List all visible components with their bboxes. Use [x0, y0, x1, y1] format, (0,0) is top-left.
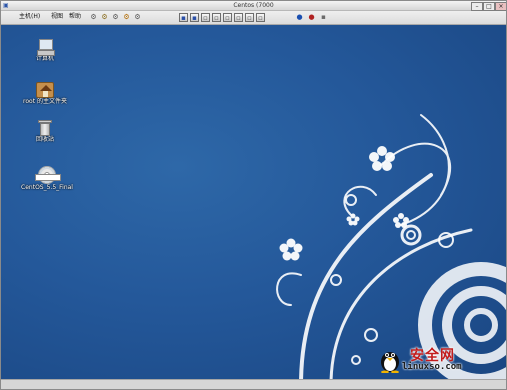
watermark-en: linuxso.com	[402, 362, 462, 372]
site-watermark: 安全网 linuxso.com	[378, 345, 502, 375]
info-icon[interactable]: ●	[295, 13, 304, 22]
menu-help[interactable]: 帮助	[69, 13, 81, 21]
reset-icon[interactable]: ▫	[245, 13, 254, 22]
penguin-logo	[381, 352, 399, 373]
desktop-icon-computer[interactable]: 计算机	[17, 39, 73, 63]
record-icon[interactable]: ●	[307, 13, 316, 22]
minimize-button[interactable]: –	[471, 2, 483, 11]
close-vm-icon[interactable]: ▪	[319, 13, 328, 22]
disc-label: CentOS_5.5_Final	[21, 184, 73, 191]
pause-icon[interactable]: ▫	[212, 13, 221, 22]
save-icon[interactable]: ▪	[190, 13, 199, 22]
refresh-icon[interactable]: ▫	[256, 13, 265, 22]
title-bar[interactable]: ▣ Centos (7000 – □ ×	[1, 1, 506, 11]
settings-icon[interactable]: ⚙	[122, 13, 131, 22]
trash-icon	[38, 120, 52, 136]
guest-desktop[interactable]: 计算机 root 的主文件夹 回收站 CentOS_5.5_Final 安全网 …	[1, 25, 506, 379]
restore-icon[interactable]: ▫	[201, 13, 210, 22]
maximize-button[interactable]: □	[483, 2, 495, 11]
power-off-icon[interactable]: ▫	[234, 13, 243, 22]
menu-view[interactable]: 视图	[51, 13, 63, 21]
home-label: root 的主文件夹	[23, 98, 67, 105]
menu-bar: 主机(H) 视图 帮助 ⚙ ⚙ ⚙ ⚙ ⚙ ▪ ▪ ▫ ▫ ▫ ▫ ▫ ▫ ● …	[1, 11, 506, 25]
window-title: Centos (7000	[233, 2, 274, 9]
home-folder-icon	[36, 82, 54, 98]
status-bar	[1, 379, 506, 389]
full-screen-icon[interactable]: ▪	[179, 13, 188, 22]
desktop-icon-home[interactable]: root 的主文件夹	[17, 82, 73, 106]
vm-window: ▣ Centos (7000 – □ × 主机(H) 视图 帮助 ⚙ ⚙ ⚙ ⚙…	[0, 0, 507, 390]
desktop-icon-trash[interactable]: 回收站	[17, 120, 73, 144]
power-on-icon[interactable]: ▫	[223, 13, 232, 22]
power-icon[interactable]: ⚙	[111, 13, 120, 22]
close-button[interactable]: ×	[495, 2, 506, 11]
computer-icon	[36, 39, 55, 56]
menu-host[interactable]: 主机(H)	[19, 13, 40, 21]
wallpaper-swirls	[276, 114, 506, 379]
trash-label: 回收站	[35, 136, 54, 143]
dvd-disc-icon	[35, 166, 61, 184]
share-icon[interactable]: ⚙	[133, 13, 142, 22]
connect-icon[interactable]: ⚙	[89, 13, 98, 22]
desktop-icon-disc[interactable]: CentOS_5.5_Final	[17, 166, 77, 192]
computer-label: 计算机	[35, 55, 54, 62]
snapshot-icon[interactable]: ⚙	[100, 13, 109, 22]
